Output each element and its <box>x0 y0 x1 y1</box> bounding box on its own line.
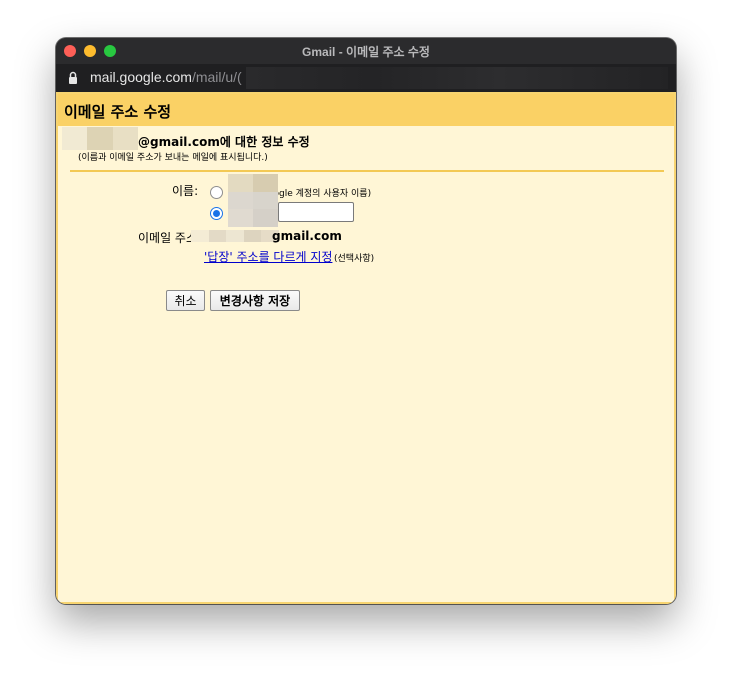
title-bar: Gmail - 이메일 주소 수정 <box>56 38 676 64</box>
google-name-option-label: oogle 계정의 사용자 이름) <box>268 189 372 199</box>
custom-name-radio[interactable] <box>210 207 223 220</box>
url-path: /mail/u/( <box>191 69 242 85</box>
window-title: Gmail - 이메일 주소 수정 <box>302 45 430 59</box>
account-heading: @gmail.com에 대한 정보 수정 <box>138 135 310 149</box>
cancel-button[interactable]: 취소 <box>166 290 205 311</box>
optional-note: (선택사항) <box>334 254 375 264</box>
reply-address-link[interactable]: '답장' 주소를 다르게 지정 <box>204 248 332 265</box>
url-text[interactable]: mail.google.com/mail/u/( <box>90 69 242 85</box>
name-label: 이름: <box>172 184 199 198</box>
lock-icon <box>69 71 77 84</box>
google-name-radio[interactable] <box>210 186 223 199</box>
email-label: 이메일 주소 <box>138 231 198 245</box>
dialog-content: 이메일 주소 수정 @gmail.com에 대한 정보 수정 (이름과 이메일 … <box>56 92 676 604</box>
save-changes-button[interactable]: 변경사항 저장 <box>210 290 300 311</box>
page-header: 이메일 주소 수정 <box>58 94 674 126</box>
section-divider <box>70 170 664 172</box>
email-value: gmail.com <box>272 229 342 243</box>
account-subtext: (이름과 이메일 주소가 보내는 메일에 표시됩니다.) <box>78 153 268 163</box>
redacted-name-value <box>228 174 278 227</box>
browser-window: Gmail - 이메일 주소 수정 mail.google.com/mail/u… <box>56 38 676 604</box>
page-title: 이메일 주소 수정 <box>64 103 172 121</box>
redacted-account-name <box>62 127 138 150</box>
url-host: mail.google.com <box>90 69 192 85</box>
address-bar[interactable]: mail.google.com/mail/u/( <box>56 64 676 92</box>
redacted-email-address <box>191 230 279 242</box>
redacted-url-area <box>246 67 668 89</box>
custom-name-input[interactable] <box>278 202 354 222</box>
